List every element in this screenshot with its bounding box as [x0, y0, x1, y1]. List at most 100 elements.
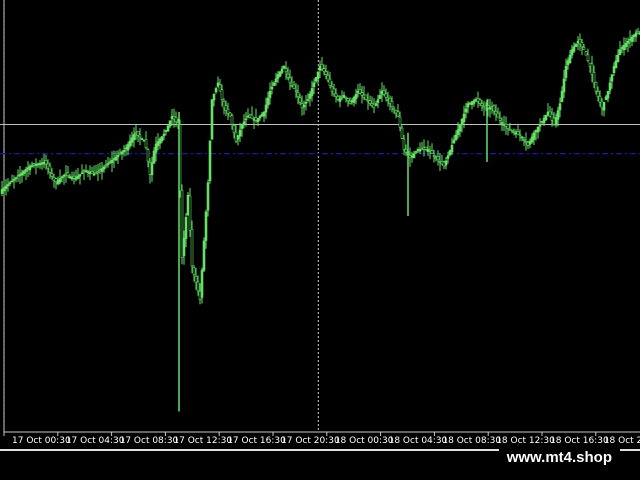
- candle-body: [472, 100, 476, 104]
- candle-body: [532, 132, 536, 140]
- candle-body: [106, 163, 110, 165]
- candle-body: [80, 172, 84, 175]
- x-tick-label: 17 Oct 12:30: [173, 436, 232, 446]
- candle-body: [328, 78, 332, 86]
- candle-body: [268, 90, 272, 98]
- candle-body: [294, 89, 298, 92]
- candle-body: [246, 115, 250, 118]
- candle-body: [602, 101, 606, 111]
- candle-body: [228, 112, 232, 117]
- candle-body: [14, 177, 18, 180]
- candle-body: [184, 217, 188, 239]
- candle-body: [70, 177, 74, 180]
- candle-body: [152, 150, 156, 164]
- candle-body: [196, 281, 200, 292]
- candle-body: [510, 129, 514, 132]
- candle-body: [392, 108, 396, 111]
- candle-body: [256, 117, 260, 123]
- candle-body: [446, 155, 450, 159]
- candle-body: [108, 161, 112, 164]
- price-chart: 17 Oct 00:3017 Oct 04:3017 Oct 08:3017 O…: [0, 0, 640, 480]
- candle-body: [62, 174, 66, 177]
- candle-body: [160, 136, 164, 141]
- candle-body: [608, 82, 612, 91]
- candle-body: [564, 65, 568, 78]
- candle-body: [84, 170, 88, 172]
- candle-body: [312, 82, 316, 88]
- candle-body: [220, 89, 224, 100]
- candle-body: [240, 124, 244, 129]
- candle-body: [170, 115, 174, 120]
- candle-body: [364, 94, 368, 100]
- candle-body: [60, 176, 64, 179]
- x-tick-label: 17 Oct 00:30: [12, 436, 71, 446]
- candle-body: [212, 93, 216, 101]
- candle-body: [424, 146, 428, 150]
- candle-body: [230, 115, 234, 125]
- candle-body: [94, 172, 98, 175]
- candle-body: [568, 54, 572, 64]
- x-tick-label: 17 Oct 20:30: [281, 436, 340, 446]
- candle-body: [222, 101, 226, 109]
- candle-body: [634, 32, 638, 37]
- candle-body: [320, 64, 324, 70]
- x-tick-label: 18 Oct 04:30: [389, 436, 448, 446]
- candle-body: [122, 149, 126, 153]
- candle-body: [560, 90, 564, 103]
- candle-body: [4, 185, 8, 189]
- candle-body: [586, 54, 590, 61]
- candle-body: [100, 168, 104, 172]
- candle-body: [496, 112, 500, 118]
- candle-body: [248, 114, 252, 118]
- candle-body: [384, 93, 388, 98]
- x-tick-label: 17 Oct 08:30: [120, 436, 179, 446]
- candle-body: [146, 149, 150, 162]
- candle-body: [112, 158, 116, 160]
- candle-body: [284, 68, 288, 73]
- x-tick-label: 18 Oct 12:30: [496, 436, 555, 446]
- candle-body: [138, 134, 142, 138]
- candle-body: [30, 165, 34, 167]
- candle-body: [24, 169, 28, 172]
- candle-body: [44, 160, 48, 165]
- candle-body: [144, 139, 148, 149]
- candle-body: [606, 90, 610, 99]
- candle-body: [398, 116, 402, 128]
- candle-body: [114, 156, 118, 161]
- candle-body: [450, 144, 454, 153]
- x-tick-label: 18 Oct 08:30: [442, 436, 501, 446]
- candle-body: [414, 151, 418, 153]
- candle-body: [92, 173, 96, 176]
- candle-body: [464, 108, 468, 113]
- candle-body: [288, 77, 292, 84]
- candle-body: [64, 173, 68, 176]
- candle-body: [478, 99, 482, 104]
- candle-body: [86, 171, 90, 173]
- candle-body: [198, 290, 202, 300]
- candle-body: [150, 162, 154, 176]
- candle-body: [272, 82, 276, 86]
- candle-body: [180, 189, 184, 258]
- candle-body: [286, 73, 290, 78]
- candle-body: [492, 105, 496, 112]
- candle-body: [68, 176, 72, 179]
- candle-body: [412, 153, 416, 159]
- candle-body: [596, 91, 600, 98]
- candle-body: [200, 269, 204, 298]
- candle-body: [444, 160, 448, 166]
- candle-body: [130, 137, 134, 143]
- candle-body: [562, 78, 566, 93]
- candle-body: [88, 172, 92, 175]
- candle-body: [582, 47, 586, 50]
- candle-body: [216, 82, 220, 87]
- candle-body: [98, 169, 102, 171]
- candle-body: [520, 136, 524, 139]
- candle-body: [262, 111, 266, 117]
- candle-body: [432, 155, 436, 157]
- candle-body: [224, 105, 228, 111]
- candle-body: [82, 170, 86, 173]
- candle-body: [506, 124, 510, 129]
- candle-body: [210, 99, 214, 140]
- candle-body: [396, 111, 400, 117]
- candle-body: [556, 110, 560, 120]
